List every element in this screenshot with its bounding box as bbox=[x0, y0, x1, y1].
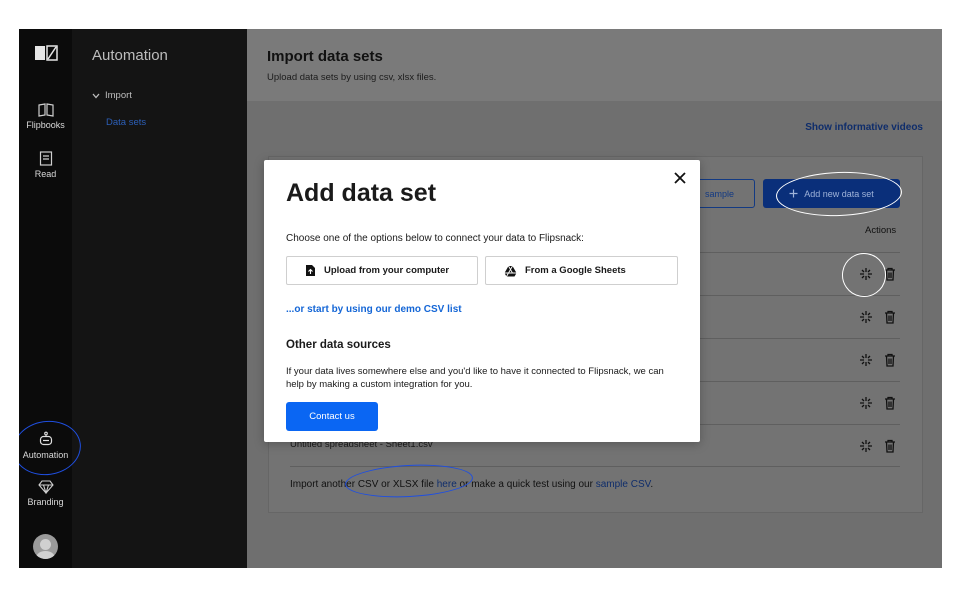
rail-item-label: Flipbooks bbox=[26, 120, 65, 130]
chevron-down-icon bbox=[92, 93, 100, 98]
import-hint-prefix: Import another CSV or XLSX file bbox=[290, 479, 437, 490]
actions-column-header: Actions bbox=[865, 225, 897, 236]
trash-icon[interactable] bbox=[884, 439, 896, 453]
sparkle-icon[interactable] bbox=[859, 310, 873, 324]
sparkle-icon[interactable] bbox=[859, 353, 873, 367]
robot-icon bbox=[39, 431, 52, 446]
import-here-link[interactable]: here bbox=[437, 479, 457, 490]
rail-item-automation[interactable]: Automation bbox=[19, 431, 72, 460]
sidebar-group-import[interactable]: Import bbox=[92, 90, 132, 101]
icon-rail: Flipbooks Read Automation Branding bbox=[19, 29, 72, 568]
add-new-data-set-button[interactable]: Add new data set bbox=[763, 179, 900, 208]
flipbook-icon bbox=[37, 103, 54, 117]
table-row-actions bbox=[859, 352, 899, 368]
diamond-icon bbox=[37, 480, 54, 494]
other-sources-text: If your data lives somewhere else and yo… bbox=[286, 366, 664, 390]
secondary-sidebar: Automation Import Data sets bbox=[72, 29, 247, 568]
contact-us-label: Contact us bbox=[309, 411, 355, 422]
read-icon bbox=[39, 151, 52, 166]
rail-item-label: Automation bbox=[22, 450, 69, 460]
sparkle-icon[interactable] bbox=[859, 439, 873, 453]
trash-icon[interactable] bbox=[884, 310, 896, 324]
file-upload-icon bbox=[306, 265, 315, 276]
modal-intro-text: Choose one of the options below to conne… bbox=[286, 233, 584, 244]
add-new-label: Add new data set bbox=[804, 188, 874, 199]
import-hint-middle: or make a quick test using our bbox=[456, 479, 596, 490]
sheets-option-label: From a Google Sheets bbox=[525, 265, 626, 276]
trash-icon[interactable] bbox=[884, 353, 896, 367]
upload-from-computer-button[interactable]: Upload from your computer bbox=[286, 256, 478, 285]
table-row-actions bbox=[859, 438, 899, 454]
rail-item-branding[interactable]: Branding bbox=[19, 480, 72, 507]
row-divider bbox=[290, 466, 900, 467]
sparkle-icon[interactable] bbox=[859, 267, 873, 281]
google-sheets-button[interactable]: From a Google Sheets bbox=[485, 256, 678, 285]
table-row-actions bbox=[859, 395, 899, 411]
sidebar-item-data-sets[interactable]: Data sets bbox=[106, 117, 146, 128]
page-subtitle: Upload data sets by using csv, xlsx file… bbox=[267, 72, 437, 83]
add-data-set-modal: Add data set Choose one of the options b… bbox=[264, 160, 700, 442]
sidebar-group-label: Import bbox=[105, 90, 132, 101]
rail-item-label: Read bbox=[34, 169, 57, 179]
flipsnack-logo-icon[interactable] bbox=[34, 44, 58, 62]
rail-item-read[interactable]: Read bbox=[19, 151, 72, 179]
table-row-actions bbox=[859, 266, 899, 282]
sample-csv-link[interactable]: sample CSV bbox=[596, 479, 651, 490]
sparkle-icon[interactable] bbox=[859, 396, 873, 410]
app-window: Flipbooks Read Automation Branding Autom… bbox=[19, 29, 942, 568]
rail-item-label: Branding bbox=[27, 497, 64, 507]
close-icon[interactable] bbox=[673, 171, 687, 185]
other-sources-heading: Other data sources bbox=[286, 339, 391, 351]
plus-icon bbox=[789, 189, 798, 198]
demo-csv-link[interactable]: ...or start by using our demo CSV list bbox=[286, 304, 462, 315]
rail-item-flipbooks[interactable]: Flipbooks bbox=[19, 103, 72, 130]
sample-button-label: sample bbox=[704, 188, 734, 199]
show-videos-link[interactable]: Show informative videos bbox=[805, 122, 923, 133]
upload-option-label: Upload from your computer bbox=[324, 265, 450, 276]
google-drive-icon bbox=[504, 265, 517, 277]
trash-icon[interactable] bbox=[884, 267, 896, 281]
sidebar-title: Automation bbox=[92, 47, 168, 64]
page-title: Import data sets bbox=[267, 48, 383, 65]
contact-us-button[interactable]: Contact us bbox=[286, 402, 378, 431]
modal-title: Add data set bbox=[286, 179, 437, 207]
trash-icon[interactable] bbox=[884, 396, 896, 410]
main-header: Import data sets Upload data sets by usi… bbox=[247, 29, 942, 101]
table-row-actions bbox=[859, 309, 899, 325]
user-avatar[interactable] bbox=[33, 534, 58, 559]
import-hint-suffix: . bbox=[650, 479, 654, 490]
import-hint: Import another CSV or XLSX file here or … bbox=[290, 479, 653, 490]
